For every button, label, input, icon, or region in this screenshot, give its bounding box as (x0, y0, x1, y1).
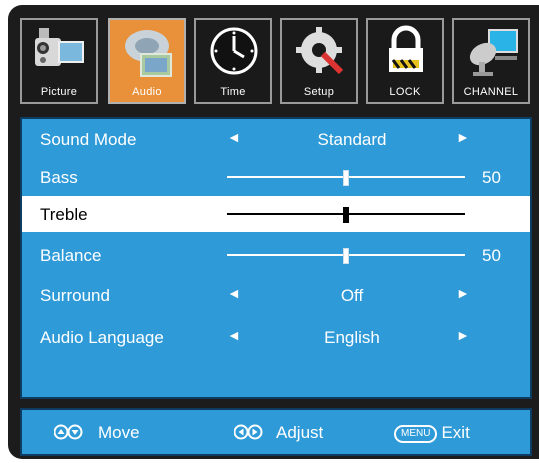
tab-channel[interactable]: CHANNEL (452, 18, 530, 104)
treble-slider[interactable] (227, 207, 465, 223)
treble-row[interactable]: Treble (22, 196, 530, 232)
picture-icon (35, 28, 84, 66)
sound-mode-value: Standard (317, 130, 387, 149)
balance-slider-knob[interactable] (343, 248, 349, 264)
tab-label: Audio (132, 86, 162, 98)
left-arrow-icon[interactable]: ◄ (227, 129, 241, 145)
tab-label: Picture (40, 86, 78, 98)
tab-label: LOCK (389, 86, 421, 98)
audio-settings-panel: Sound Mode ◄ Standard ► Bass 50 Treble B… (20, 117, 532, 399)
move-hint: Move (53, 423, 140, 443)
surround-value: Off (340, 286, 364, 305)
audio-language-label: Audio Language (40, 328, 164, 347)
balance-slider[interactable] (227, 248, 465, 264)
adjust-label: Adjust (276, 423, 324, 442)
satellite-dish-icon (469, 29, 518, 76)
left-arrow-icon[interactable]: ◄ (227, 327, 241, 343)
tab-picture[interactable]: Picture (20, 18, 98, 104)
balance-value: 50 (482, 246, 501, 265)
tab-lock[interactable]: LOCK (366, 18, 444, 104)
menu-tabs: Picture Audio Time Setup LOCK CHANNEL (20, 18, 539, 106)
audio-language-row[interactable]: Audio Language ◄ English ► (22, 319, 530, 355)
surround-label: Surround (40, 286, 110, 305)
help-bar: Move Adjust MENU Exit (20, 408, 532, 456)
balance-row[interactable]: Balance 50 (22, 237, 530, 273)
right-arrow-icon[interactable]: ► (456, 129, 470, 145)
setup-gear-icon (296, 27, 344, 75)
tab-time[interactable]: Time (194, 18, 272, 104)
exit-label: Exit (441, 423, 470, 442)
tab-label: Setup (303, 86, 335, 98)
sound-mode-label: Sound Mode (40, 130, 137, 149)
bass-row[interactable]: Bass 50 (22, 159, 530, 195)
move-label: Move (98, 423, 140, 442)
tab-audio[interactable]: Audio (108, 18, 186, 104)
right-arrow-icon[interactable]: ► (456, 327, 470, 343)
adjust-hint: Adjust (233, 423, 324, 443)
sound-mode-row[interactable]: Sound Mode ◄ Standard ► (22, 121, 530, 157)
audio-icon (125, 30, 172, 77)
menu-key-icon: MENU (394, 424, 438, 443)
left-right-buttons-icon (233, 424, 263, 440)
tab-label: Time (220, 86, 246, 98)
bass-slider-knob[interactable] (343, 170, 349, 186)
balance-label: Balance (40, 246, 102, 265)
tab-label: CHANNEL (463, 86, 519, 98)
osd-screen: Picture Audio Time Setup LOCK CHANNEL So… (0, 0, 539, 463)
exit-hint: MENU Exit (394, 423, 470, 443)
clock-icon (210, 27, 258, 75)
left-arrow-icon[interactable]: ◄ (227, 285, 241, 301)
up-down-buttons-icon (53, 424, 83, 440)
lock-icon (389, 25, 423, 72)
audio-language-value: English (324, 328, 380, 347)
treble-label: Treble (40, 205, 88, 224)
surround-row[interactable]: Surround ◄ Off ► (22, 277, 530, 313)
right-arrow-icon[interactable]: ► (456, 285, 470, 301)
treble-slider-knob[interactable] (343, 207, 349, 223)
bass-value: 50 (482, 168, 501, 187)
tab-setup[interactable]: Setup (280, 18, 358, 104)
bass-slider[interactable] (227, 170, 465, 186)
bass-label: Bass (40, 168, 78, 187)
